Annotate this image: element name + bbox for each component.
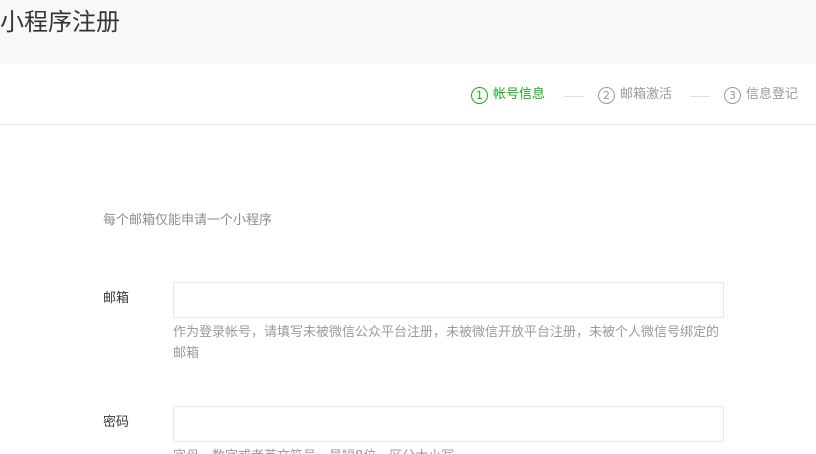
page-title: 小程序注册 [0,8,120,36]
step-email-activation: 2 邮箱激活 [598,86,672,104]
step-label: 邮箱激活 [620,87,673,102]
step-number-1: 1 [471,86,488,104]
step-label: 信息登记 [746,87,799,102]
password-label: 密码 [103,415,130,430]
step-account-info: 1 帐号信息 [471,86,545,104]
step-divider [564,96,584,97]
registration-notice: 每个邮箱仅能申请一个小程序 [103,213,273,228]
email-tip: 作为登录帐号，请填写未被微信公众平台注册，未被微信开放平台注册，未被个人微信号绑… [173,325,720,361]
email-label: 邮箱 [103,291,130,306]
step-number-2: 2 [598,86,615,104]
registration-steps: 1 帐号信息 2 邮箱激活 3 信息登记 [0,64,816,125]
step-label: 帐号信息 [493,87,546,102]
password-input[interactable] [173,406,724,442]
page-header: 小程序注册 [0,0,816,64]
step-info-registration: 3 信息登记 [724,86,798,104]
email-input[interactable] [173,282,724,318]
password-tip: 字母、数字或者英文符号，最短8位，区分大小写 [173,446,724,454]
step-number-3: 3 [724,86,741,104]
step-divider [690,96,710,97]
